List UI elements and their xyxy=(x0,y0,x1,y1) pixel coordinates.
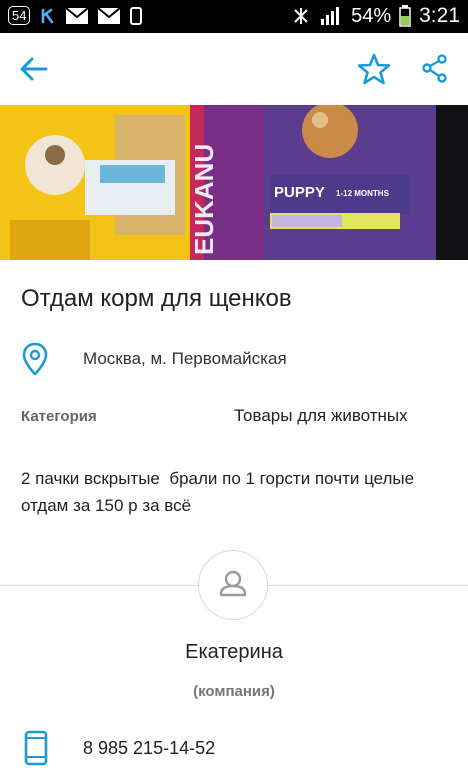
months-label: 1-12 MONTHS xyxy=(336,189,390,198)
vk-icon xyxy=(42,8,54,23)
seller-type: (компания) xyxy=(193,683,275,700)
seller-name: Екатерина xyxy=(185,641,283,663)
category-label: Категория xyxy=(21,408,97,425)
back-button[interactable] xyxy=(16,51,52,87)
app-toolbar xyxy=(0,33,468,105)
star-icon xyxy=(357,53,391,85)
listing-description: 2 пачки вскрытые брали по 1 горсти почти… xyxy=(21,465,451,519)
status-bar: 54 54% 3:21 xyxy=(0,0,468,33)
bluetooth-muted-icon xyxy=(294,8,308,24)
location-row[interactable]: Москва, м. Первомайская xyxy=(21,342,451,376)
location-text: Москва, м. Первомайская xyxy=(83,349,287,368)
description-line-1: 2 пачки вскрытые брали по 1 горсти почти… xyxy=(21,469,415,488)
favorite-button[interactable] xyxy=(356,51,392,87)
share-button[interactable] xyxy=(418,51,454,87)
listing-photo[interactable]: EUKANU PUPPY 1-12 MONTHS xyxy=(0,105,468,260)
location-pin-icon xyxy=(22,342,48,376)
mail-icon xyxy=(66,7,89,24)
status-bar-left: 54 xyxy=(8,6,143,25)
back-arrow-icon xyxy=(20,57,48,81)
share-icon xyxy=(422,54,447,83)
signal-icon xyxy=(321,7,340,25)
listing-title: Отдам корм для щенков xyxy=(21,285,292,312)
battery-percentage: 54% xyxy=(351,4,392,27)
phone-number: 8 985 215-14-52 xyxy=(83,738,216,758)
category-value: Товары для животных xyxy=(234,406,408,425)
description-line-2: отдам за 150 р за всё xyxy=(21,496,192,515)
mobile-phone-icon xyxy=(24,730,48,766)
clock: 3:21 xyxy=(419,4,460,27)
seller-avatar[interactable] xyxy=(198,550,268,620)
dog-food-bags-image: EUKANU PUPPY 1-12 MONTHS xyxy=(0,105,468,260)
battery-icon xyxy=(399,5,411,27)
phone-status-icon xyxy=(130,6,143,25)
notification-count-badge: 54 xyxy=(8,6,31,25)
status-bar-right: 54% 3:21 xyxy=(291,4,460,28)
puppy-label: PUPPY xyxy=(274,184,325,201)
mail-icon-2 xyxy=(98,7,121,24)
user-avatar-icon xyxy=(219,570,247,597)
phone-row[interactable]: 8 985 215-14-52 xyxy=(21,730,451,766)
eukanuba-bag-text: EUKANU xyxy=(189,144,219,255)
